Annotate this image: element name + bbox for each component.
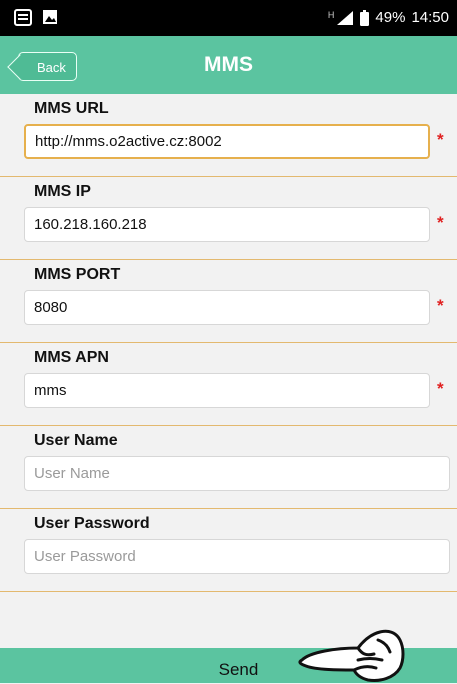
field-label: MMS URL bbox=[34, 100, 109, 117]
field-label: User Name bbox=[34, 432, 118, 449]
field-label: MMS IP bbox=[34, 183, 91, 200]
field-mms-port: MMS PORT * bbox=[0, 260, 457, 343]
title-bar: Back MMS bbox=[0, 36, 457, 94]
mms-settings-form: MMS URL * MMS IP * MMS PORT * MMS APN * … bbox=[0, 94, 457, 592]
field-user-password: User Password bbox=[0, 509, 457, 592]
status-bar: H 49% 14:50 bbox=[0, 0, 457, 36]
notification-image-icon bbox=[43, 10, 57, 24]
field-mms-url: MMS URL * bbox=[0, 94, 457, 177]
network-type: H bbox=[327, 9, 335, 20]
status-bar-left-icons bbox=[14, 9, 58, 26]
required-marker: * bbox=[437, 130, 444, 149]
notification-document-icon bbox=[14, 9, 32, 26]
battery-percent: 49% bbox=[375, 9, 406, 26]
field-label: MMS APN bbox=[34, 349, 109, 366]
mms-ip-input[interactable] bbox=[24, 207, 430, 242]
battery-icon bbox=[360, 9, 370, 26]
signal-icon bbox=[337, 10, 354, 25]
clock: 14:50 bbox=[411, 9, 449, 26]
status-bar-right: H 49% 14:50 bbox=[328, 9, 449, 26]
mms-apn-input[interactable] bbox=[24, 373, 430, 408]
pointing-hand-icon bbox=[298, 629, 405, 682]
field-user-name: User Name bbox=[0, 426, 457, 509]
field-label: MMS PORT bbox=[34, 266, 121, 283]
required-marker: * bbox=[437, 296, 444, 315]
field-mms-ip: MMS IP * bbox=[0, 177, 457, 260]
field-mms-apn: MMS APN * bbox=[0, 343, 457, 426]
field-label: User Password bbox=[34, 515, 150, 532]
user-password-input[interactable] bbox=[24, 539, 450, 574]
page-title: MMS bbox=[204, 53, 253, 76]
mms-port-input[interactable] bbox=[24, 290, 430, 325]
required-marker: * bbox=[437, 379, 444, 398]
mms-url-input[interactable] bbox=[24, 124, 430, 159]
required-marker: * bbox=[437, 213, 444, 232]
user-name-input[interactable] bbox=[24, 456, 450, 491]
